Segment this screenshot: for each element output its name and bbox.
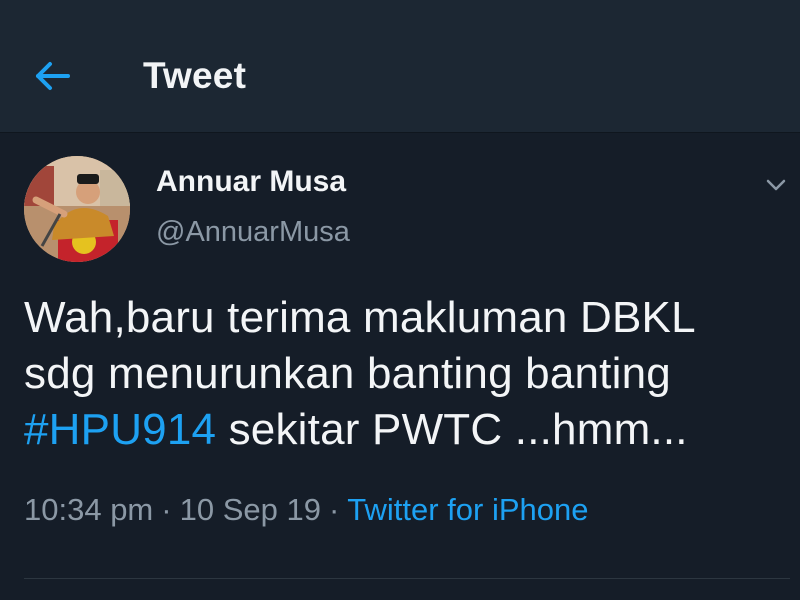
tweet-metadata: 10:34 pm · 10 Sep 19 · Twitter for iPhone bbox=[24, 492, 589, 528]
tweet-text-line: Wah,baru terima makluman DBKL bbox=[24, 293, 696, 342]
arrow-left-icon bbox=[36, 62, 70, 90]
tweet-detail-screen: Tweet Annuar Musa @AnnuarMusa Wah,baru t… bbox=[0, 0, 800, 600]
tweet-source-link[interactable]: Twitter for iPhone bbox=[347, 492, 588, 527]
tweet-time: 10:34 pm bbox=[24, 492, 154, 527]
avatar[interactable] bbox=[24, 156, 130, 262]
meta-separator: · bbox=[161, 492, 172, 527]
back-button[interactable] bbox=[30, 56, 76, 96]
tweet-date: 10 Sep 19 bbox=[179, 492, 321, 527]
author-name[interactable]: Annuar Musa bbox=[156, 165, 346, 199]
meta-separator: · bbox=[328, 492, 340, 527]
profile-photo bbox=[24, 156, 130, 262]
chevron-down-icon bbox=[766, 179, 786, 191]
tweet-text-fragment: sekitar PWTC ...hmm... bbox=[216, 405, 688, 454]
tweet-text: Wah,baru terima makluman DBKL sdg menuru… bbox=[24, 290, 784, 458]
page-title: Tweet bbox=[143, 55, 247, 96]
hashtag-link[interactable]: #HPU914 bbox=[24, 405, 216, 454]
tweet-text-line: sdg menurunkan banting banting bbox=[24, 349, 671, 398]
tweet-text-line: #HPU914 sekitar PWTC ...hmm... bbox=[24, 402, 784, 458]
top-bar: Tweet bbox=[0, 0, 800, 133]
divider bbox=[24, 578, 790, 579]
author-handle[interactable]: @AnnuarMusa bbox=[156, 216, 350, 249]
tweet-menu-button[interactable] bbox=[762, 174, 790, 196]
